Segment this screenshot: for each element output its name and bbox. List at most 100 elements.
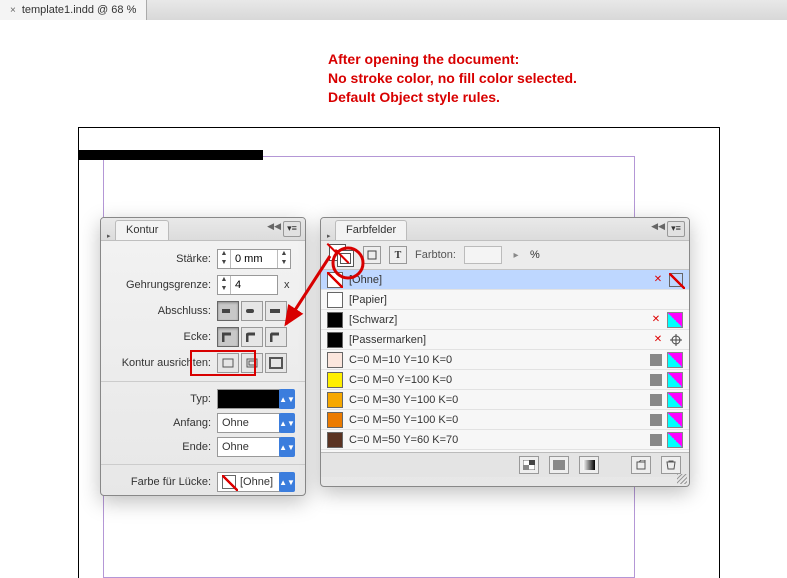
end-value: Ohne: [217, 437, 280, 457]
swatch-row[interactable]: C=0 M=30 Y=100 K=0: [321, 390, 689, 410]
process-icon: [649, 433, 663, 447]
text-formatting-icon[interactable]: T: [389, 246, 407, 264]
swatch-list[interactable]: [Ohne] ✕ [Papier] [Schwarz]✕[Passermarken]✕…: [321, 270, 689, 452]
start-dropdown[interactable]: Ohne ▲▼: [217, 414, 295, 432]
chevron-down-icon[interactable]: ▲▼: [279, 472, 295, 492]
show-gradient-icon[interactable]: [579, 456, 599, 474]
start-label: Anfang:: [111, 417, 211, 429]
swatch-name: [Ohne]: [349, 274, 645, 286]
process-icon: [649, 393, 663, 407]
panel-tab-label: Farbfelder: [346, 224, 396, 236]
swatch-color-icon: [327, 372, 343, 388]
delete-swatch-icon[interactable]: [661, 456, 681, 474]
align-center-icon[interactable]: [217, 353, 239, 373]
chevron-down-icon[interactable]: ▲▼: [279, 389, 295, 409]
gap-color-dropdown[interactable]: [Ohne] ▲▼: [217, 473, 295, 491]
stroke-panel[interactable]: ▸ Kontur ◀◀ ▾≡ Stärke: ▲▼ ▲▼ Gehrungsgre…: [100, 217, 306, 496]
swatch-row[interactable]: C=0 M=50 Y=60 K=70: [321, 430, 689, 450]
gap-color-label: Farbe für Lücke:: [111, 476, 211, 488]
resize-handle[interactable]: [677, 474, 687, 484]
swatch-color-icon: [327, 292, 343, 308]
cap-butt-icon[interactable]: [217, 301, 239, 321]
registration-icon: [669, 333, 683, 347]
swatch-name: [Papier]: [349, 294, 677, 306]
chevron-down-icon[interactable]: ▲▼: [279, 413, 295, 433]
join-round-icon[interactable]: [241, 327, 263, 347]
cmyk-icon: [667, 452, 683, 453]
miter-input[interactable]: [231, 276, 277, 294]
none-swatch-icon: [222, 475, 236, 489]
swatch-color-icon: [327, 432, 343, 448]
weight-input[interactable]: [231, 250, 277, 268]
swatch-name: C=0 M=50 Y=60 K=70: [349, 434, 643, 446]
align-inside-icon[interactable]: [241, 353, 263, 373]
swatch-color-icon: [327, 412, 343, 428]
swatch-name: [Schwarz]: [349, 314, 643, 326]
panel-tab-strip: ▸ Farbfelder ◀◀ ▾≡: [321, 218, 689, 241]
gap-color-value: [Ohne]: [217, 472, 280, 492]
swatch-row[interactable]: C=0 M=10 Y=10 K=0: [321, 350, 689, 370]
document-tab[interactable]: × template1.indd @ 68 %: [0, 0, 147, 20]
swatch-row[interactable]: [Schwarz]✕: [321, 310, 689, 330]
cmyk-icon: [667, 312, 683, 328]
cap-round-icon[interactable]: [241, 301, 263, 321]
swatch-row[interactable]: [Papier]: [321, 290, 689, 310]
weight-stepper[interactable]: ▲▼ ▲▼: [217, 249, 291, 269]
cmyk-icon: [667, 352, 683, 368]
type-dropdown[interactable]: ▲▼: [217, 390, 295, 408]
close-icon[interactable]: ×: [10, 5, 16, 16]
panel-tab-farbfelder[interactable]: Farbfelder: [335, 220, 407, 240]
join-bevel-icon[interactable]: [265, 327, 287, 347]
cmyk-icon: [667, 372, 683, 388]
show-color-icon[interactable]: [549, 456, 569, 474]
stroke-box-icon[interactable]: [337, 250, 354, 267]
end-dropdown[interactable]: Ohne ▲▼: [217, 438, 295, 456]
chevron-down-icon[interactable]: ▲▼: [279, 437, 295, 457]
tint-unit: %: [530, 249, 540, 261]
cmyk-icon: [667, 432, 683, 448]
swatch-color-icon: [327, 352, 343, 368]
panel-footer: [321, 452, 689, 477]
end-label: Ende:: [111, 441, 211, 453]
swatch-name: C=0 M=30 Y=100 K=0: [349, 394, 643, 406]
cmyk-icon: [667, 392, 683, 408]
process-icon: [649, 413, 663, 427]
document-tab-bar: × template1.indd @ 68 %: [0, 0, 787, 21]
swatch-row[interactable]: [Passermarken]✕: [321, 330, 689, 350]
fill-stroke-proxy[interactable]: [329, 244, 355, 266]
swatch-row[interactable]: C=0 M=0 Y=100 K=0: [321, 370, 689, 390]
join-miter-icon[interactable]: [217, 327, 239, 347]
miter-stepper[interactable]: ▲▼: [217, 275, 278, 295]
collapse-icon[interactable]: ◀◀: [651, 221, 665, 232]
swatch-name: C=0 M=0 Y=100 K=0: [349, 374, 643, 386]
join-label: Ecke:: [111, 331, 211, 343]
tint-input[interactable]: [464, 246, 502, 264]
process-icon: [649, 373, 663, 387]
app-window: × template1.indd @ 68 % After opening th…: [0, 0, 787, 578]
locked-icon: ✕: [651, 273, 665, 287]
collapse-icon[interactable]: ◀◀: [267, 221, 281, 232]
panel-menu-button[interactable]: ▾≡: [283, 221, 301, 237]
swatch-name: [Passermarken]: [349, 334, 645, 346]
container-formatting-icon[interactable]: [363, 246, 381, 264]
panel-tab-kontur[interactable]: Kontur: [115, 220, 169, 240]
swatch-color-icon: [327, 452, 343, 453]
swatch-row[interactable]: C=0 M=50 Y=100 K=0: [321, 410, 689, 430]
new-swatch-icon[interactable]: [631, 456, 651, 474]
type-value: [217, 389, 280, 409]
cmyk-icon: [667, 412, 683, 428]
cap-square-icon[interactable]: [265, 301, 287, 321]
tint-slider-icon[interactable]: ▸: [510, 247, 522, 263]
align-outside-icon[interactable]: [265, 353, 287, 373]
process-icon: [649, 353, 663, 367]
cap-label: Abschluss:: [111, 305, 211, 317]
panel-menu-button[interactable]: ▾≡: [667, 221, 685, 237]
black-rectangle-object[interactable]: [78, 150, 263, 160]
panel-tab-strip: ▸ Kontur ◀◀ ▾≡: [101, 218, 305, 241]
swatches-panel[interactable]: ▸ Farbfelder ◀◀ ▾≡ T Farbton: ▸ % [Ohne]…: [320, 217, 690, 487]
type-label: Typ:: [111, 393, 211, 405]
swatch-color-icon: [327, 312, 343, 328]
show-swatches-icon[interactable]: [519, 456, 539, 474]
swatch-row[interactable]: [Ohne] ✕: [321, 270, 689, 290]
weight-label: Stärke:: [111, 253, 211, 265]
